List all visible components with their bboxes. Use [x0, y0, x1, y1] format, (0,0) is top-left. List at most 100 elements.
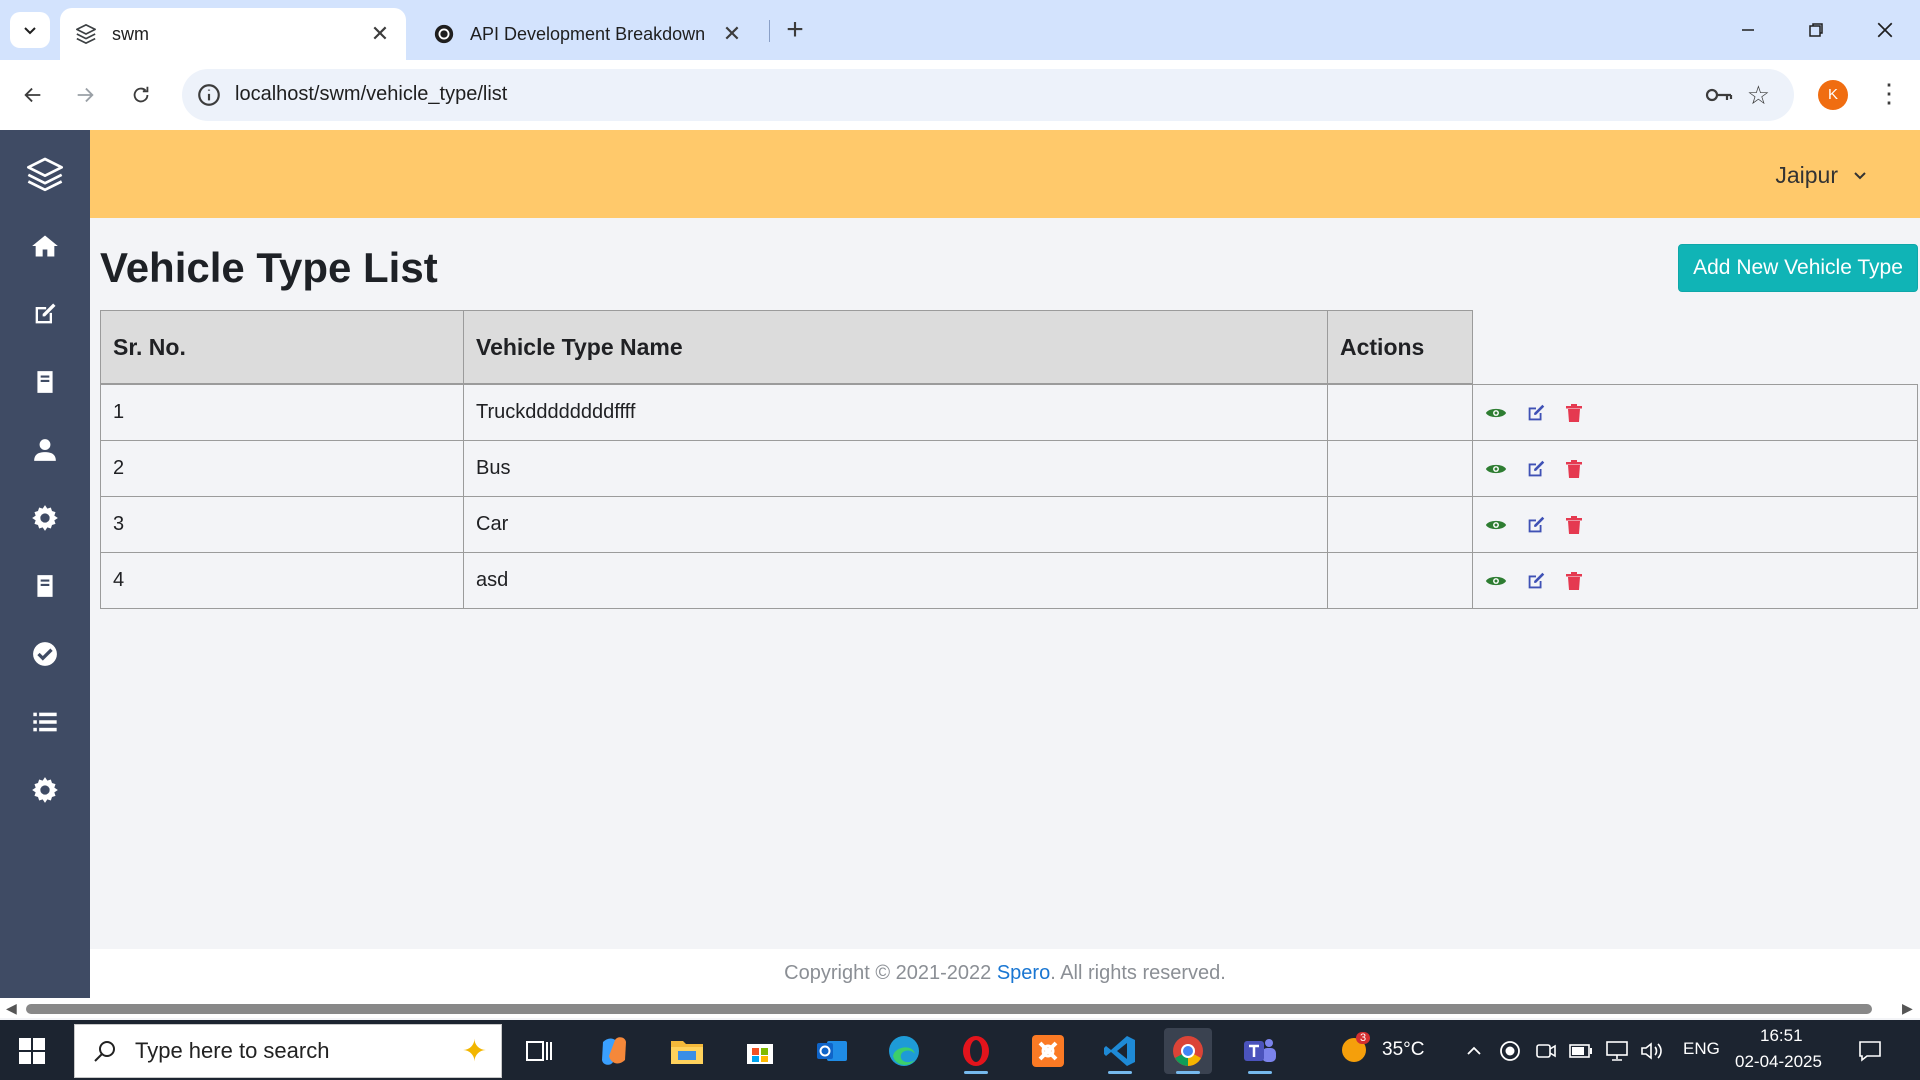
- edit-icon[interactable]: [1525, 514, 1547, 536]
- openai-icon: [430, 20, 458, 48]
- outlook-icon[interactable]: [808, 1028, 856, 1074]
- url-text: localhost/swm/vehicle_type/list: [235, 83, 508, 105]
- clock-date[interactable]: 02-04-2025: [1735, 1052, 1822, 1072]
- notification-icon[interactable]: [1857, 1038, 1883, 1064]
- vehicle-type-name-cell: asd: [463, 552, 1328, 609]
- copilot-sparkle-icon[interactable]: ✦: [462, 1034, 487, 1069]
- copyright-suffix: . All rights reserved.: [1050, 962, 1226, 984]
- profile-avatar[interactable]: K: [1818, 80, 1848, 110]
- user-icon[interactable]: [25, 430, 65, 470]
- close-tab-icon[interactable]: ✕: [366, 20, 394, 48]
- actions-cell: [1327, 496, 1473, 553]
- column-header-vehicle-type-name: Vehicle Type Name: [463, 310, 1328, 384]
- vehicle-type-name-cell: Car: [463, 496, 1328, 553]
- file-explorer-icon[interactable]: [663, 1028, 711, 1074]
- brand-link[interactable]: Spero: [997, 962, 1050, 984]
- battery-icon[interactable]: [1568, 1038, 1594, 1064]
- add-vehicle-type-button[interactable]: Add New Vehicle Type: [1678, 244, 1918, 292]
- layers-icon: [72, 20, 100, 48]
- list-icon[interactable]: [25, 702, 65, 742]
- delete-trash-icon[interactable]: [1565, 571, 1583, 591]
- windows-start-icon[interactable]: [18, 1037, 46, 1065]
- sr-no-cell: 3: [100, 496, 464, 553]
- weather-temperature[interactable]: 35°C: [1382, 1039, 1424, 1061]
- browser-menu-icon[interactable]: ⋮: [1876, 78, 1902, 112]
- chrome-icon[interactable]: [1164, 1028, 1212, 1074]
- browser-tab-strip: swm ✕ API Development Breakdown ✕ +: [0, 0, 1920, 60]
- delete-trash-icon[interactable]: [1565, 459, 1583, 479]
- horizontal-scrollbar[interactable]: ◀ ▶: [0, 998, 1920, 1018]
- table-row: 2 Bus: [100, 440, 1918, 497]
- table-row: 3 Car: [100, 496, 1918, 553]
- browser-toolbar: localhost/swm/vehicle_type/list ☆: [0, 60, 1920, 130]
- close-tab-icon[interactable]: ✕: [718, 20, 746, 48]
- edit-icon[interactable]: [1525, 458, 1547, 480]
- scrollbar-thumb[interactable]: [26, 1004, 1872, 1014]
- address-bar[interactable]: localhost/swm/vehicle_type/list ☆: [182, 69, 1794, 121]
- taskbar-search-box[interactable]: Type here to search ✦: [74, 1024, 502, 1078]
- record-icon[interactable]: [1497, 1038, 1523, 1064]
- vehicle-type-name-cell: Bus: [463, 440, 1328, 497]
- vscode-icon[interactable]: [1096, 1028, 1144, 1074]
- view-eye-icon[interactable]: [1485, 461, 1507, 477]
- sidebar: [0, 130, 90, 998]
- edit-icon[interactable]: [25, 294, 65, 334]
- language-indicator[interactable]: ENG: [1683, 1039, 1720, 1059]
- network-icon[interactable]: [1604, 1038, 1630, 1064]
- new-tab-icon[interactable]: +: [778, 14, 812, 48]
- restore-icon[interactable]: [1791, 10, 1841, 50]
- book-icon[interactable]: [25, 566, 65, 606]
- view-eye-icon[interactable]: [1485, 517, 1507, 533]
- action-icons-cell: [1472, 440, 1918, 497]
- city-dropdown[interactable]: Jaipur: [1775, 162, 1868, 189]
- tab-search-button[interactable]: [10, 12, 50, 48]
- task-view-icon[interactable]: [515, 1028, 563, 1074]
- edit-icon[interactable]: [1525, 402, 1547, 424]
- tab-title: API Development Breakdown: [470, 23, 706, 44]
- tab-api-development[interactable]: API Development Breakdown ✕: [418, 8, 758, 60]
- delete-trash-icon[interactable]: [1565, 403, 1583, 423]
- windows-taskbar: Type here to search ✦ 3 35°C ENG 16:51 0…: [0, 1020, 1920, 1080]
- city-label: Jaipur: [1775, 162, 1838, 188]
- teams-icon[interactable]: [1236, 1028, 1284, 1074]
- close-window-icon[interactable]: [1860, 10, 1910, 50]
- copilot-app-icon[interactable]: [590, 1028, 638, 1074]
- book-icon[interactable]: [25, 362, 65, 402]
- forward-arrow-icon[interactable]: [66, 76, 104, 114]
- page-title: Vehicle Type List: [100, 244, 438, 291]
- layers-logo-icon[interactable]: [25, 154, 65, 194]
- search-placeholder: Type here to search: [135, 1038, 330, 1063]
- xampp-icon[interactable]: [1024, 1028, 1072, 1074]
- reload-icon[interactable]: [122, 76, 160, 114]
- tab-swm[interactable]: swm ✕: [60, 8, 406, 60]
- scroll-right-arrow-icon[interactable]: ▶: [1902, 1000, 1913, 1017]
- back-arrow-icon[interactable]: [14, 76, 52, 114]
- password-key-icon[interactable]: [1704, 81, 1734, 109]
- sr-no-cell: 1: [100, 384, 464, 441]
- search-icon: [94, 1041, 115, 1062]
- check-circle-icon[interactable]: [25, 634, 65, 674]
- microsoft-store-icon[interactable]: [736, 1028, 784, 1074]
- meet-camera-icon[interactable]: [1533, 1038, 1559, 1064]
- edge-browser-icon[interactable]: [880, 1028, 928, 1074]
- actions-cell: [1327, 552, 1473, 609]
- bookmark-star-icon[interactable]: ☆: [1747, 80, 1770, 111]
- copyright-prefix: Copyright © 2021-2022: [784, 962, 997, 984]
- chevron-up-icon[interactable]: [1461, 1038, 1487, 1064]
- column-header-sr-no: Sr. No.: [100, 310, 464, 384]
- gear-icon[interactable]: [25, 770, 65, 810]
- action-icons-cell: [1472, 496, 1918, 553]
- gear-icon[interactable]: [25, 498, 65, 538]
- scroll-left-arrow-icon[interactable]: ◀: [6, 1000, 17, 1017]
- opera-icon[interactable]: [952, 1028, 1000, 1074]
- edit-icon[interactable]: [1525, 570, 1547, 592]
- tab-title: swm: [112, 23, 149, 44]
- clock-time[interactable]: 16:51: [1760, 1026, 1803, 1046]
- delete-trash-icon[interactable]: [1565, 515, 1583, 535]
- view-eye-icon[interactable]: [1485, 405, 1507, 421]
- home-icon[interactable]: [25, 226, 65, 266]
- view-eye-icon[interactable]: [1485, 573, 1507, 589]
- volume-icon[interactable]: [1638, 1038, 1664, 1064]
- minimize-icon[interactable]: [1723, 10, 1773, 50]
- info-icon[interactable]: [196, 82, 222, 108]
